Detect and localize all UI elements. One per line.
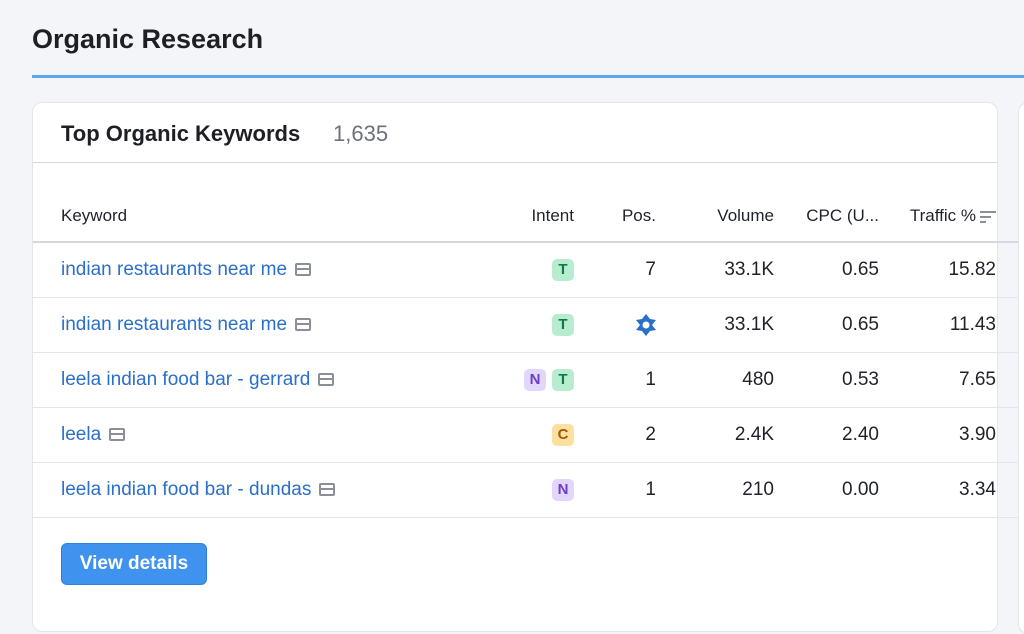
cpc-cell: 0.65	[774, 297, 879, 353]
table-row: leela C 2 2.4K 2.40 3.90	[33, 407, 1024, 463]
keyword-link[interactable]: leela indian food bar - dundas	[61, 479, 311, 500]
adjacent-card-edge	[1018, 102, 1024, 634]
serp-snapshot-icon[interactable]	[295, 263, 312, 276]
position-cell: 1	[574, 462, 656, 518]
column-header-cpc[interactable]: CPC (U...	[774, 191, 879, 243]
intent-badge-commercial[interactable]: C	[552, 423, 574, 446]
page-header: Organic Research	[32, 0, 1024, 78]
keyword-count: 1,635	[333, 121, 389, 146]
column-header-intent[interactable]: Intent	[491, 191, 574, 243]
cpc-cell: 0.00	[774, 462, 879, 518]
table-row: indian restaurants near me T 33.1K 0.65 11.4…	[33, 297, 1024, 353]
volume-cell: 33.1K	[656, 297, 774, 353]
traffic-cell: 15.82	[879, 242, 996, 298]
intent-cell: T	[491, 297, 574, 353]
intent-badge-navigational[interactable]: N	[552, 478, 574, 501]
traffic-cell: 7.65	[879, 352, 996, 408]
card-title: Top Organic Keywords	[61, 121, 301, 146]
cpc-cell: 2.40	[774, 407, 879, 463]
intent-cell: NT	[491, 352, 574, 408]
keyword-cell: leela	[33, 407, 491, 463]
position-cell: 7	[574, 242, 656, 298]
intent-cell: N	[491, 462, 574, 518]
intent-cell: C	[491, 407, 574, 463]
sort-descending-icon[interactable]	[980, 210, 996, 224]
keyword-link[interactable]: indian restaurants near me	[61, 259, 287, 280]
serp-feature-icon[interactable]	[634, 313, 658, 337]
intent-cell: T	[491, 242, 574, 298]
column-header-volume[interactable]: Volume	[656, 191, 774, 243]
traffic-cell: 3.34	[879, 462, 996, 518]
cpc-cell: 0.65	[774, 242, 879, 298]
keyword-cell: indian restaurants near me	[33, 297, 491, 353]
position-cell	[574, 297, 658, 353]
position-cell: 1	[574, 352, 656, 408]
card-header: Top Organic Keywords 1,635	[33, 103, 997, 163]
column-header-keyword[interactable]: Keyword	[33, 191, 491, 243]
serp-snapshot-icon[interactable]	[319, 483, 336, 496]
view-details-button[interactable]: View details	[61, 543, 207, 585]
table-header-row: Keyword Intent Pos. Volume CPC (U... Tra…	[33, 191, 1024, 243]
keyword-link[interactable]: leela indian food bar - gerrard	[61, 369, 310, 390]
volume-cell: 210	[656, 462, 774, 518]
position-cell: 2	[574, 407, 656, 463]
intent-badge-transactional[interactable]: T	[552, 368, 574, 391]
table-row: leela indian food bar - dundas N 1 210 0.00 3…	[33, 462, 1024, 518]
volume-cell: 2.4K	[656, 407, 774, 463]
serp-snapshot-icon[interactable]	[318, 373, 335, 386]
traffic-header-label: Traffic %	[909, 206, 976, 225]
keyword-cell: leela indian food bar - gerrard	[33, 352, 491, 408]
cpc-cell: 0.53	[774, 352, 879, 408]
table-row: indian restaurants near me T 7 33.1K 0.65 15.…	[33, 242, 1024, 298]
keywords-table: Keyword Intent Pos. Volume CPC (U... Tra…	[33, 191, 1024, 518]
top-keywords-card: Top Organic Keywords 1,635 Keyword Inten…	[32, 102, 1024, 632]
volume-cell: 480	[656, 352, 774, 408]
intent-badge-transactional[interactable]: T	[552, 313, 574, 336]
keyword-link[interactable]: indian restaurants near me	[61, 314, 287, 335]
keyword-cell: leela indian food bar - dundas	[33, 462, 491, 518]
table-row: leela indian food bar - gerrard N T 1 480 0.5…	[33, 352, 1024, 408]
intent-badge-navigational[interactable]: N	[524, 368, 546, 391]
serp-snapshot-icon[interactable]	[295, 318, 312, 331]
volume-cell: 33.1K	[656, 242, 774, 298]
keyword-cell: indian restaurants near me	[33, 242, 491, 298]
traffic-cell: 11.43	[879, 297, 996, 353]
page-title: Organic Research	[32, 24, 264, 54]
column-header-traffic[interactable]: Traffic %	[879, 191, 996, 243]
intent-badge-transactional[interactable]: T	[552, 258, 574, 281]
column-header-position[interactable]: Pos.	[574, 191, 656, 243]
serp-snapshot-icon[interactable]	[109, 428, 126, 441]
keyword-link[interactable]: leela	[61, 424, 101, 445]
traffic-cell: 3.90	[879, 407, 996, 463]
